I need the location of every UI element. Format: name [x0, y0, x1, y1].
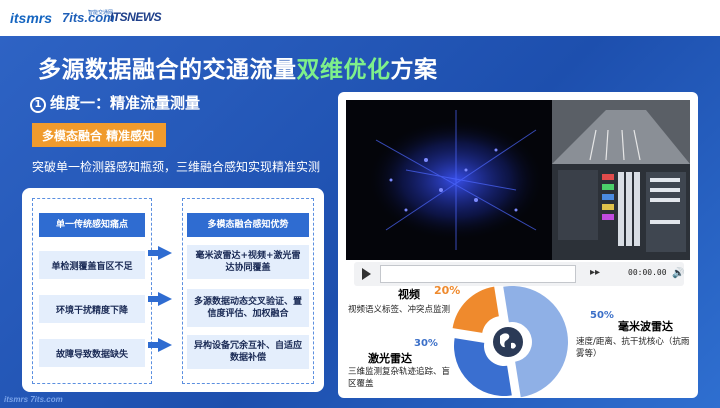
pain-points-header: 单一传统感知痛点 — [39, 213, 145, 237]
dimension-heading: 1 维度一：精准流量测量 — [30, 92, 200, 113]
globe-icon — [493, 327, 523, 357]
itsmrs-logo: itsmrs — [10, 10, 53, 26]
point-cloud-visualization — [346, 100, 690, 260]
volume-icon[interactable]: 🔊 — [672, 268, 684, 279]
segment-percent-video: 20% — [434, 284, 461, 297]
segment-desc-video: 视频语义标签、冲突点监测 — [348, 305, 451, 315]
arrow-right-icon — [148, 338, 172, 352]
pain-points-column: 单一传统感知痛点 单检测覆盖盲区不足 环境干扰精度下降 故障导致数据缺失 — [32, 198, 152, 384]
play-icon[interactable] — [362, 268, 371, 280]
advantage-item: 多源数据动态交叉验证、置信度评估、加权融合 — [187, 289, 309, 327]
pain-point-item: 单检测覆盖盲区不足 — [39, 251, 145, 279]
media-card: ▸▸ 00:00.00 🔊 视频 20% 视频语义标签、冲突点监测 50% 毫米… — [338, 92, 698, 398]
slide-title: 多源数据融合的交通流量双维优化方案 — [38, 57, 438, 83]
fusion-tag: 多模态融合 精准感知 — [32, 123, 166, 147]
playback-time: 00:00.00 — [628, 268, 667, 277]
header-logo-bar: itsmrs 7its.com 智能交通网 ITSNEWS — [0, 0, 720, 36]
advantage-item: 毫米波雷达+视频+激光雷达协同覆盖 — [187, 245, 309, 279]
pain-point-item: 故障导致数据缺失 — [39, 339, 145, 367]
subtitle-description: 突破单一检测器感知瓶颈，三维融合感知实现精准实测 — [32, 160, 321, 174]
itsnews-logo: ITSNEWS — [110, 10, 162, 24]
donut-slice-laser — [454, 338, 512, 396]
segment-desc-radar: 速度/距离、抗干扰核心（抗雨雾等） — [576, 337, 690, 360]
segment-name-video: 视频 — [398, 288, 420, 301]
segment-percent-laser: 30% — [414, 338, 438, 349]
arrow-right-icon — [148, 246, 172, 260]
donut-slice-radar — [503, 286, 568, 398]
advantages-header: 多模态融合感知优势 — [187, 213, 309, 237]
segment-percent-radar: 50% — [590, 310, 614, 321]
globe-land-icon — [500, 333, 516, 349]
comparison-card: 单一传统感知痛点 单检测覆盖盲区不足 环境干扰精度下降 故障导致数据缺失 多模态… — [22, 188, 324, 392]
progress-track[interactable] — [380, 265, 576, 283]
video-player-controls: ▸▸ 00:00.00 🔊 — [354, 262, 684, 286]
pain-point-item: 环境干扰精度下降 — [39, 295, 145, 323]
arrow-right-icon — [148, 292, 172, 306]
dimension-label: 维度一：精准流量测量 — [50, 94, 201, 112]
footer-logo: itsmrs 7its.com — [4, 395, 63, 404]
advantage-item: 异构设备冗余互补、自适应数据补偿 — [187, 335, 309, 369]
dimension-number-badge: 1 — [30, 97, 46, 113]
video-frame[interactable] — [346, 100, 690, 260]
advantages-column: 多模态融合感知优势 毫米波雷达+视频+激光雷达协同覆盖 多源数据动态交叉验证、置… — [182, 198, 314, 384]
segment-name-radar: 毫米波雷达 — [618, 320, 673, 333]
segment-name-laser: 激光雷达 — [368, 352, 412, 365]
segment-desc-laser: 三维监测复杂轨迹追踪、盲区覆盖 — [348, 367, 451, 390]
fast-forward-icon[interactable]: ▸▸ — [590, 267, 600, 278]
